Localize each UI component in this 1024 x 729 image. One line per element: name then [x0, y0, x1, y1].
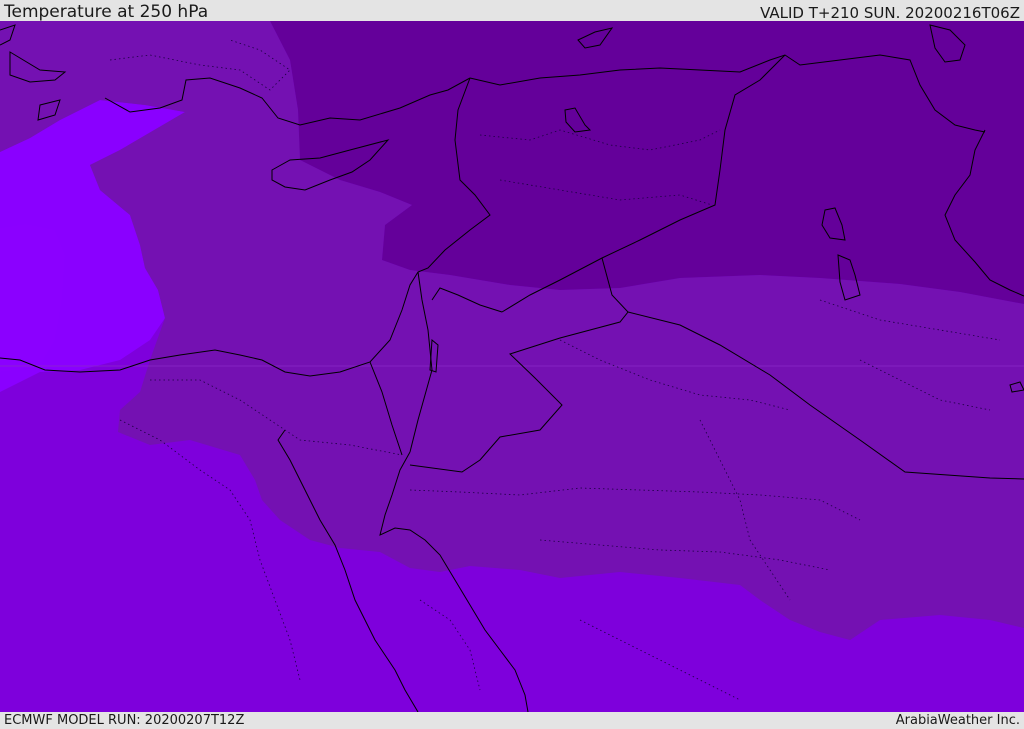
model-run-label: ECMWF MODEL RUN: 20200207T12Z	[4, 713, 245, 728]
valid-time-label: VALID T+210 SUN. 20200216T06Z	[760, 4, 1020, 22]
footer-bar: ECMWF MODEL RUN: 20200207T12Z ArabiaWeat…	[0, 712, 1024, 729]
credit-label: ArabiaWeather Inc.	[895, 713, 1020, 728]
header-bar: Temperature at 250 hPa VALID T+210 SUN. …	[0, 0, 1024, 21]
temperature-map	[0, 21, 1024, 712]
map-title: Temperature at 250 hPa	[4, 2, 209, 22]
